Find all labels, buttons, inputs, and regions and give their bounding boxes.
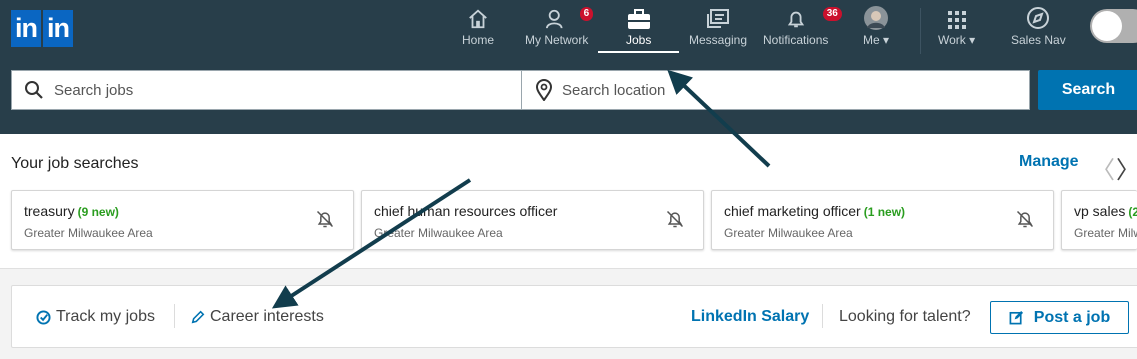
search-location: Greater Milwaukee Area — [374, 226, 503, 240]
bell-icon: 36 — [785, 0, 843, 30]
compass-icon — [1026, 0, 1050, 30]
new-count: (2 — [1128, 205, 1137, 219]
nav-work[interactable]: Work ▾ — [938, 0, 975, 54]
chevron-left-icon[interactable]: 〈 — [1091, 150, 1115, 185]
track-my-jobs-link[interactable]: Track my jobs — [36, 308, 155, 326]
avatar — [864, 0, 889, 30]
search-location-box — [521, 70, 1030, 110]
career-interests-link[interactable]: Career interests — [191, 308, 324, 326]
job-search-card[interactable]: treasury (9 new) Greater Milwaukee Area — [11, 190, 354, 250]
nav-jobs[interactable]: Jobs — [598, 0, 680, 54]
people-icon: 6 — [544, 0, 595, 30]
search-jobs-input[interactable] — [54, 81, 521, 99]
briefcase-icon — [627, 0, 651, 30]
nav-messaging[interactable]: Messaging — [689, 0, 747, 54]
job-search-card[interactable]: chief marketing officer (1 new) Greater M… — [711, 190, 1054, 250]
logo-part: in — [11, 10, 41, 47]
toggle-switch[interactable] — [1090, 9, 1137, 43]
nav-label: Sales Nav — [1011, 33, 1066, 47]
alert-off-icon[interactable] — [315, 209, 335, 234]
job-searches-section: Your job searches Manage 〈 〉 treasury(9 … — [0, 134, 1137, 269]
nav-notifications[interactable]: 36 Notifications — [763, 0, 843, 54]
nav-label: Notifications — [763, 33, 829, 47]
search-button[interactable]: Search — [1038, 70, 1137, 110]
manage-link[interactable]: Manage — [1019, 153, 1079, 171]
linkedin-logo[interactable]: in in — [11, 10, 75, 47]
nav-label: Me ▾ — [863, 33, 890, 47]
toggle-knob — [1092, 11, 1122, 41]
alert-off-icon[interactable] — [1015, 209, 1035, 234]
nav-divider — [920, 8, 921, 54]
career-label: Career interests — [210, 308, 324, 325]
linkedin-salary-link[interactable]: LinkedIn Salary — [691, 308, 809, 326]
talent-prompt: Looking for talent? — [839, 308, 971, 325]
messaging-icon — [706, 0, 730, 30]
edit-icon — [1009, 310, 1024, 325]
check-circle-icon — [36, 309, 51, 325]
search-query: vp sales — [1074, 203, 1126, 219]
divider — [822, 304, 823, 328]
top-nav: in in Home 6 My Network Jobs Messaging 3… — [0, 0, 1137, 66]
search-band: Search — [0, 66, 1137, 134]
job-actions-bar: Track my jobs Career interests LinkedIn … — [11, 285, 1137, 348]
track-label: Track my jobs — [56, 308, 155, 325]
active-indicator — [598, 51, 680, 53]
nav-label: Work ▾ — [938, 33, 976, 47]
nav-my-network[interactable]: 6 My Network — [525, 0, 595, 54]
chevron-right-icon[interactable]: 〉 — [1116, 150, 1137, 185]
job-search-card[interactable]: chief human resources officer Greater Mi… — [361, 190, 704, 250]
nav-me[interactable]: Me ▾ — [863, 0, 889, 54]
search-location: Greater Milwaukee Area — [724, 226, 853, 240]
nav-label: My Network — [525, 33, 589, 47]
nav-sales-nav[interactable]: Sales Nav — [1011, 0, 1066, 54]
network-badge: 6 — [578, 6, 595, 22]
search-jobs-box — [11, 70, 522, 110]
divider — [174, 304, 175, 328]
nav-label: Jobs — [626, 33, 652, 47]
pencil-icon — [191, 310, 205, 324]
job-search-card[interactable]: vp sales(2 Greater Milwauke — [1061, 190, 1137, 250]
alert-off-icon[interactable] — [665, 209, 685, 234]
nav-label: Home — [462, 33, 495, 47]
nav-home[interactable]: Home — [462, 0, 494, 54]
search-location: Greater Milwaukee Area — [24, 226, 153, 240]
logo-part: in — [43, 10, 73, 47]
new-count: (9 new) — [77, 205, 119, 219]
notifications-badge: 36 — [821, 6, 843, 22]
post-label: Post a job — [1033, 308, 1111, 326]
search-icon — [24, 80, 44, 100]
new-count: (1 new) — [863, 205, 906, 219]
home-icon — [467, 0, 489, 30]
search-query: treasury — [24, 203, 75, 219]
grid-icon — [947, 0, 967, 30]
section-title: Your job searches — [11, 155, 139, 172]
search-location: Greater Milwauke — [1074, 226, 1137, 240]
search-query: chief marketing officer — [724, 203, 861, 219]
search-location-input[interactable] — [562, 81, 1029, 99]
post-a-job-button[interactable]: Post a job — [990, 301, 1129, 334]
location-pin-icon — [536, 79, 552, 101]
nav-label: Messaging — [689, 33, 748, 47]
search-query: chief human resources officer — [374, 203, 558, 219]
